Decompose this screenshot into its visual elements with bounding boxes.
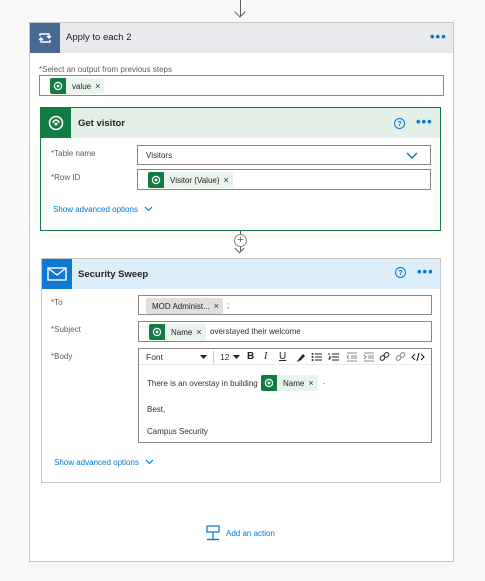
body-line-1-end: . [323,377,326,386]
security-sweep-advanced-link[interactable]: Show advanced options [54,458,154,467]
add-action-icon [206,525,220,541]
name-token[interactable]: Name × [149,324,206,340]
dataverse-icon [148,172,164,188]
chevron-down-icon [145,459,154,465]
body-line-2: Best, [147,405,166,414]
mail-icon [42,259,72,289]
value-token-label: value [72,81,92,91]
to-label: *To [51,298,63,307]
get-visitor-advanced-link[interactable]: Show advanced options [53,205,153,214]
to-field[interactable]: MOD Administ... × ; [138,295,432,315]
select-output-label: *Select an output from previous steps [39,65,172,74]
security-sweep-card: Security Sweep ? ••• *To MOD Administ...… [41,258,441,483]
name-token-label: Name [171,327,193,337]
subject-label: *Subject [51,325,81,334]
font-caret-icon[interactable] [200,355,207,359]
get-visitor-header[interactable]: Get visitor ? ••• [41,108,440,138]
body-line-3: Campus Security [147,427,208,436]
numbered-list-icon[interactable] [328,352,340,362]
bold-icon[interactable]: B [247,351,254,362]
remove-token-icon[interactable]: × [95,81,104,91]
font-size-caret-icon[interactable] [233,355,240,359]
remove-token-icon[interactable]: × [196,327,205,337]
subject-text: overstayed their welcome [210,327,301,336]
toolbar-divider [213,351,214,363]
apply-to-each-header[interactable]: Apply to each 2 ••• [30,23,453,53]
chevron-down-icon [144,206,153,212]
decrease-indent-icon[interactable] [346,352,358,362]
loop-icon [30,23,60,53]
table-name-value: Visitors [146,151,173,160]
get-visitor-card: Get visitor ? ••• *Table name Visitors *… [40,107,441,231]
font-dropdown[interactable]: Font [146,352,163,362]
unlink-icon[interactable] [395,352,406,362]
body-label: *Body [51,352,73,361]
apply-to-each-more-icon[interactable]: ••• [430,30,447,43]
table-name-label: *Table name [51,149,96,158]
dataverse-icon [41,108,71,138]
add-action-label: Add an action [226,528,275,538]
body-name-token-label: Name [283,378,305,388]
body-line-1: There is an overstay in building [147,379,258,388]
code-view-icon[interactable] [411,352,425,362]
italic-icon[interactable]: I [264,351,267,362]
get-visitor-more-icon[interactable]: ••• [416,115,433,128]
font-size-dropdown[interactable]: 12 [220,352,229,362]
dataverse-icon [50,78,66,94]
row-id-field[interactable]: Visitor (Value) × [137,169,431,190]
add-action-button[interactable]: Add an action [206,525,275,541]
select-output-field[interactable]: value × [39,75,444,96]
bulleted-list-icon[interactable] [311,352,323,362]
remove-token-icon[interactable]: × [308,378,317,388]
value-token[interactable]: value × [50,78,105,94]
security-sweep-more-icon[interactable]: ••• [417,265,434,278]
to-separator: ; [227,301,230,310]
apply-to-each-title: Apply to each 2 [66,32,132,43]
recipient-token[interactable]: MOD Administ... × [146,298,224,314]
rich-text-toolbar: Font 12 B I U [139,349,431,365]
chevron-down-icon [406,152,418,159]
get-visitor-title: Get visitor [78,118,125,129]
row-id-label: *Row ID [51,173,81,182]
increase-indent-icon[interactable] [363,352,375,362]
subject-field[interactable]: Name × overstayed their welcome [138,321,432,342]
recipient-token-label: MOD Administ... [152,301,210,311]
underline-icon[interactable]: U [279,351,286,362]
highlight-icon[interactable] [296,352,306,362]
dataverse-icon [149,324,165,340]
visitor-value-token-label: Visitor (Value) [170,175,220,185]
help-icon[interactable]: ? [394,118,405,129]
security-sweep-title: Security Sweep [78,269,149,280]
dataverse-icon [261,375,277,391]
security-sweep-header[interactable]: Security Sweep ? ••• [42,259,440,289]
remove-token-icon[interactable]: × [214,301,223,311]
visitor-value-token[interactable]: Visitor (Value) × [148,172,233,188]
body-editor[interactable]: Font 12 B I U There is an overstay in bu… [138,348,432,443]
help-icon[interactable]: ? [395,267,406,278]
body-name-token[interactable]: Name × [261,375,318,391]
connector-arrow-icon [234,6,246,18]
flow-canvas: Apply to each 2 ••• *Select an output fr… [0,0,485,581]
link-icon[interactable] [379,352,390,362]
remove-token-icon[interactable]: × [224,175,233,185]
table-name-dropdown[interactable]: Visitors [137,145,431,165]
